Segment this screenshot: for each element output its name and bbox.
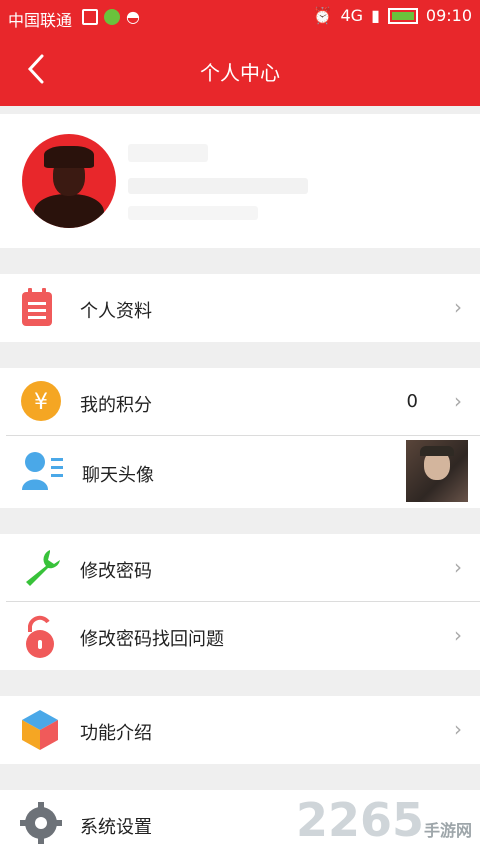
yen-coin-icon: ¥: [21, 381, 61, 421]
watermark-sub: 手游网: [423, 821, 472, 840]
user-info-placeholder-2: [128, 206, 258, 220]
notepad-icon: [22, 288, 52, 326]
cube-icon: [22, 710, 58, 750]
status-icons-left: ◓: [82, 7, 140, 26]
chevron-right-icon: ›: [454, 555, 462, 579]
contact-card-icon: [22, 452, 63, 490]
chevron-right-icon: ›: [454, 295, 462, 319]
app-header: 个人中心: [0, 34, 480, 106]
menu-item-points[interactable]: ¥ 我的积分 0 ›: [0, 368, 480, 436]
app-notification-icon: [104, 8, 120, 25]
menu-item-chat-avatar[interactable]: 聊天头像: [0, 436, 480, 508]
menu-label-intro: 功能介绍: [80, 723, 152, 744]
wrench-icon: [26, 550, 60, 586]
android-icon: ◓: [126, 7, 140, 26]
site-watermark: 2265手游网: [296, 793, 472, 847]
menu-label-recover-question: 修改密码找回问题: [80, 629, 224, 650]
battery-icon: [387, 7, 418, 24]
carrier-name: 中国联通: [8, 11, 73, 30]
menu-label-change-password: 修改密码: [80, 561, 152, 582]
svg-text:¥: ¥: [34, 390, 48, 415]
chat-avatar-image[interactable]: [406, 440, 468, 502]
status-icons-right: ⏰ 4G ▮ 09:10: [313, 6, 472, 25]
profile-card[interactable]: [0, 114, 480, 248]
menu-label-points: 我的积分: [80, 395, 152, 416]
points-value: 0: [406, 391, 418, 412]
alarm-icon: ⏰: [312, 6, 333, 25]
username-placeholder: [128, 144, 208, 162]
menu-label-chat-avatar: 聊天头像: [82, 465, 154, 486]
unlock-icon: [26, 615, 54, 658]
chevron-right-icon: ›: [454, 717, 462, 741]
user-avatar[interactable]: [22, 134, 116, 228]
menu-label-settings: 系统设置: [80, 817, 152, 838]
gear-icon: [20, 802, 62, 844]
menu-label-profile: 个人资料: [80, 301, 152, 322]
user-info-placeholder: [128, 178, 308, 194]
clock: 09:10: [425, 6, 472, 25]
image-icon: [82, 8, 98, 25]
chevron-right-icon: ›: [454, 389, 462, 413]
avatar-body: [34, 194, 104, 228]
page-title: 个人中心: [200, 61, 280, 85]
avatar-hat: [44, 146, 94, 168]
menu-item-settings[interactable]: 系统设置 2265手游网: [0, 790, 480, 853]
menu-item-change-password[interactable]: 修改密码 ›: [0, 534, 480, 602]
menu-item-intro[interactable]: 功能介绍 ›: [0, 696, 480, 764]
menu-item-profile[interactable]: 个人资料 ›: [0, 274, 480, 342]
status-bar: 中国联通 ◓ ⏰ 4G ▮ 09:10: [0, 0, 480, 34]
watermark-main: 2265: [295, 793, 424, 847]
network-type: 4G: [340, 6, 364, 25]
chat-avatar-cap: [420, 446, 454, 456]
menu-item-recover-question[interactable]: 修改密码找回问题 ›: [0, 602, 480, 670]
signal-icon: ▮: [371, 6, 380, 25]
chevron-right-icon: ›: [454, 623, 462, 647]
